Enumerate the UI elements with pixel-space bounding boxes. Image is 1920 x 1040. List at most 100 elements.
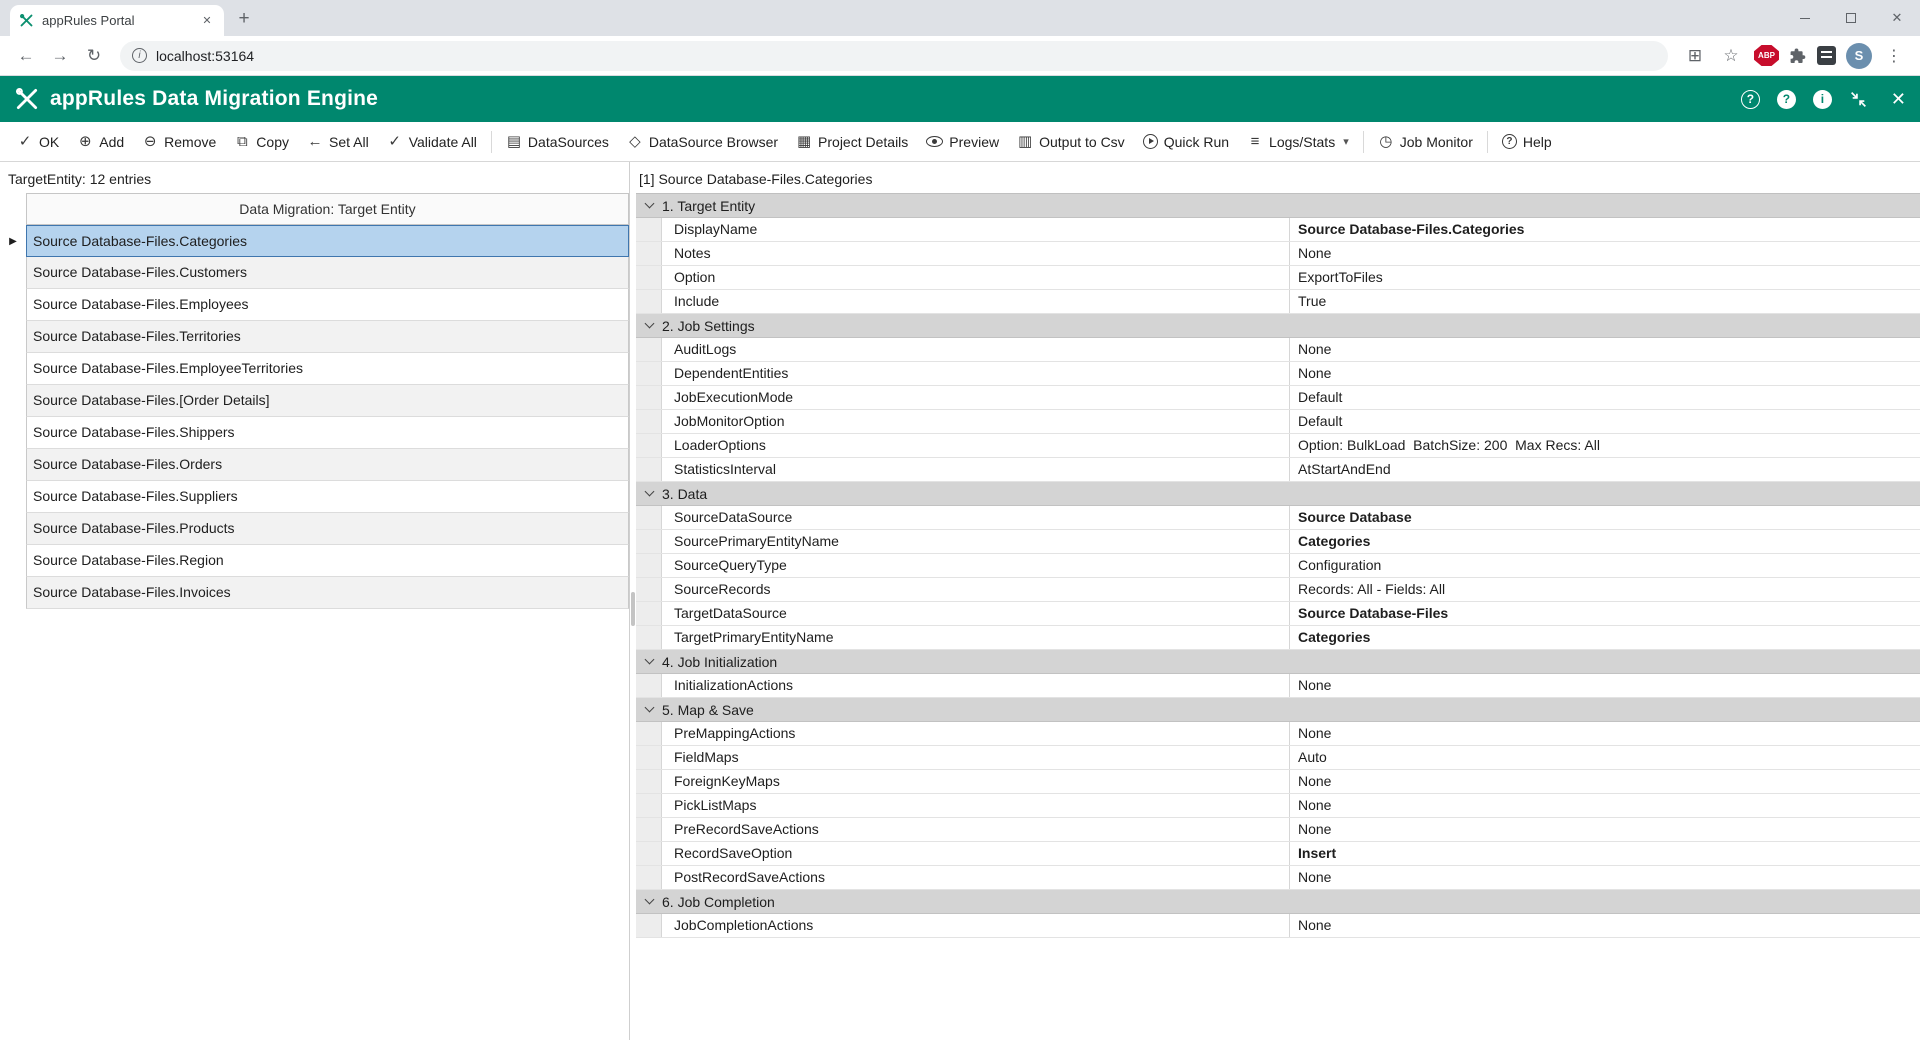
address-bar[interactable]: i localhost:53164 — [120, 41, 1668, 71]
property-section-header[interactable]: 3. Data — [636, 482, 1920, 506]
collapse-chevron-icon[interactable] — [636, 900, 662, 903]
property-value[interactable]: True — [1290, 290, 1920, 313]
property-section-header[interactable]: 4. Job Initialization — [636, 650, 1920, 674]
window-minimize-button[interactable] — [1782, 0, 1828, 36]
property-section-header[interactable]: 1. Target Entity — [636, 194, 1920, 218]
property-row[interactable]: JobCompletionActionsNone — [636, 914, 1920, 938]
app-close-icon[interactable]: ✕ — [1891, 89, 1906, 110]
property-section-header[interactable]: 5. Map & Save — [636, 698, 1920, 722]
toolbar-copy-button[interactable]: ⧉Copy — [225, 128, 298, 156]
tab-close-icon[interactable]: ✕ — [199, 13, 215, 29]
property-value[interactable]: Source Database-Files.Categories — [1290, 218, 1920, 241]
property-value[interactable]: Source Database-Files — [1290, 602, 1920, 625]
property-row[interactable]: FieldMapsAuto — [636, 746, 1920, 770]
property-value[interactable]: Categories — [1290, 626, 1920, 649]
property-value[interactable]: None — [1290, 722, 1920, 745]
target-entity-row[interactable]: Source Database-Files.Invoices — [0, 577, 629, 609]
forward-button[interactable]: → — [44, 40, 76, 72]
property-row[interactable]: PostRecordSaveActionsNone — [636, 866, 1920, 890]
reload-button[interactable]: ↻ — [78, 40, 110, 72]
property-value[interactable]: None — [1290, 674, 1920, 697]
toolbar-validate-all-button[interactable]: ✓Validate All — [378, 128, 486, 156]
property-row[interactable]: DependentEntitiesNone — [636, 362, 1920, 386]
property-row[interactable]: JobExecutionModeDefault — [636, 386, 1920, 410]
profile-avatar[interactable]: S — [1846, 43, 1872, 69]
toolbar-help-button[interactable]: ?Help — [1493, 128, 1561, 156]
property-row[interactable]: TargetDataSourceSource Database-Files — [636, 602, 1920, 626]
window-close-button[interactable]: ✕ — [1874, 0, 1920, 36]
target-entity-label[interactable]: Source Database-Files.Products — [26, 513, 629, 545]
target-entity-row[interactable]: Source Database-Files.Region — [0, 545, 629, 577]
collapse-chevron-icon[interactable] — [636, 660, 662, 663]
target-entity-label[interactable]: Source Database-Files.[Order Details] — [26, 385, 629, 417]
target-entity-row[interactable]: Source Database-Files.Orders — [0, 449, 629, 481]
target-entity-row[interactable]: Source Database-Files.Employees — [0, 289, 629, 321]
target-entity-row[interactable]: ▶Source Database-Files.Categories — [0, 225, 629, 257]
bookmark-star-icon[interactable]: ☆ — [1718, 40, 1744, 72]
property-value[interactable]: Source Database — [1290, 506, 1920, 529]
property-value[interactable]: None — [1290, 794, 1920, 817]
adblock-extension-icon[interactable]: ABP — [1754, 45, 1779, 66]
script-extension-icon[interactable] — [1817, 46, 1836, 65]
property-value[interactable]: Insert — [1290, 842, 1920, 865]
property-value[interactable]: ExportToFiles — [1290, 266, 1920, 289]
property-value[interactable]: None — [1290, 242, 1920, 265]
property-value[interactable]: Configuration — [1290, 554, 1920, 577]
property-row[interactable]: SourceQueryTypeConfiguration — [636, 554, 1920, 578]
target-entity-label[interactable]: Source Database-Files.Suppliers — [26, 481, 629, 513]
target-entity-label[interactable]: Source Database-Files.Territories — [26, 321, 629, 353]
target-entity-label[interactable]: Source Database-Files.Invoices — [26, 577, 629, 609]
collapse-chevron-icon[interactable] — [636, 492, 662, 495]
window-maximize-button[interactable] — [1828, 0, 1874, 36]
property-value[interactable]: Auto — [1290, 746, 1920, 769]
property-row[interactable]: JobMonitorOptionDefault — [636, 410, 1920, 434]
collapse-chevron-icon[interactable] — [636, 204, 662, 207]
property-row[interactable]: TargetPrimaryEntityNameCategories — [636, 626, 1920, 650]
property-value[interactable]: None — [1290, 362, 1920, 385]
property-value[interactable]: Default — [1290, 386, 1920, 409]
toolbar-ok-button[interactable]: ✓OK — [8, 128, 68, 156]
property-row[interactable]: OptionExportToFiles — [636, 266, 1920, 290]
new-tab-button[interactable]: + — [230, 5, 258, 33]
property-row[interactable]: NotesNone — [636, 242, 1920, 266]
property-value[interactable]: None — [1290, 914, 1920, 937]
target-entity-row[interactable]: Source Database-Files.Products — [0, 513, 629, 545]
property-value[interactable]: Categories — [1290, 530, 1920, 553]
back-button[interactable]: ← — [10, 40, 42, 72]
target-entity-label[interactable]: Source Database-Files.Region — [26, 545, 629, 577]
property-row[interactable]: StatisticsIntervalAtStartAndEnd — [636, 458, 1920, 482]
toolbar-preview-button[interactable]: Preview — [917, 128, 1008, 156]
property-value[interactable]: Default — [1290, 410, 1920, 433]
info-icon[interactable]: i — [1813, 90, 1832, 109]
chevron-down-icon[interactable]: ▾ — [1343, 135, 1349, 148]
property-row[interactable]: SourceRecordsRecords: All - Fields: All — [636, 578, 1920, 602]
tab-grid-icon[interactable]: ⊞ — [1682, 40, 1708, 72]
property-row[interactable]: LoaderOptionsOption: BulkLoad BatchSize:… — [636, 434, 1920, 458]
target-entity-label[interactable]: Source Database-Files.Orders — [26, 449, 629, 481]
toolbar-project-details-button[interactable]: ▦Project Details — [787, 128, 917, 156]
property-row[interactable]: PreMappingActionsNone — [636, 722, 1920, 746]
toolbar-remove-button[interactable]: ⊖Remove — [133, 128, 225, 156]
property-value[interactable]: AtStartAndEnd — [1290, 458, 1920, 481]
property-value[interactable]: None — [1290, 866, 1920, 889]
browser-tab[interactable]: appRules Portal ✕ — [10, 5, 224, 36]
property-value[interactable]: None — [1290, 770, 1920, 793]
target-entity-label[interactable]: Source Database-Files.Employees — [26, 289, 629, 321]
property-row[interactable]: RecordSaveOptionInsert — [636, 842, 1920, 866]
property-value[interactable]: Records: All - Fields: All — [1290, 578, 1920, 601]
target-entity-label[interactable]: Source Database-Files.EmployeeTerritorie… — [26, 353, 629, 385]
target-entity-row[interactable]: Source Database-Files.Customers — [0, 257, 629, 289]
collapse-chevron-icon[interactable] — [636, 324, 662, 327]
help-filled-icon[interactable]: ? — [1777, 90, 1796, 109]
puzzle-extension-icon[interactable] — [1789, 47, 1807, 65]
toolbar-datasource-browser-button[interactable]: ◇DataSource Browser — [618, 128, 787, 156]
splitter-grip[interactable] — [631, 592, 635, 626]
help-outline-icon[interactable]: ? — [1741, 90, 1760, 109]
url-text[interactable]: localhost:53164 — [156, 48, 254, 64]
toolbar-add-button[interactable]: ⊕Add — [68, 128, 133, 156]
toolbar-job-monitor-button[interactable]: ◷Job Monitor — [1369, 128, 1482, 156]
target-entity-row[interactable]: Source Database-Files.EmployeeTerritorie… — [0, 353, 629, 385]
target-entity-row[interactable]: Source Database-Files.Shippers — [0, 417, 629, 449]
target-entity-row[interactable]: Source Database-Files.Territories — [0, 321, 629, 353]
property-row[interactable]: InitializationActionsNone — [636, 674, 1920, 698]
